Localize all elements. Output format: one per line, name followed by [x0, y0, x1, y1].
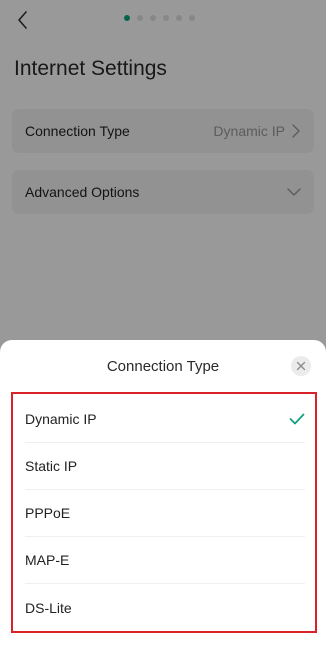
option-static-ip[interactable]: Static IP — [25, 443, 305, 490]
option-label: MAP-E — [25, 552, 70, 568]
option-dynamic-ip[interactable]: Dynamic IP — [25, 396, 305, 443]
connection-type-options: Dynamic IP Static IP PPPoE MAP-E DS-Lite — [11, 392, 317, 633]
option-label: DS-Lite — [25, 599, 72, 616]
sheet-title: Connection Type — [106, 358, 220, 375]
option-pppoe[interactable]: PPPoE — [25, 490, 305, 537]
option-label: Static IP — [25, 458, 78, 474]
option-label: PPPoE — [25, 505, 71, 521]
checkmark-icon — [289, 413, 305, 425]
option-label: Dynamic IP — [25, 411, 97, 427]
connection-type-sheet: Connection Type Dynamic IP Static IP PPP… — [0, 340, 326, 664]
close-button[interactable] — [291, 356, 311, 376]
close-icon — [296, 361, 306, 371]
option-ds-lite[interactable]: DS-Lite — [25, 584, 305, 631]
option-map-e[interactable]: MAP-E — [25, 537, 305, 584]
